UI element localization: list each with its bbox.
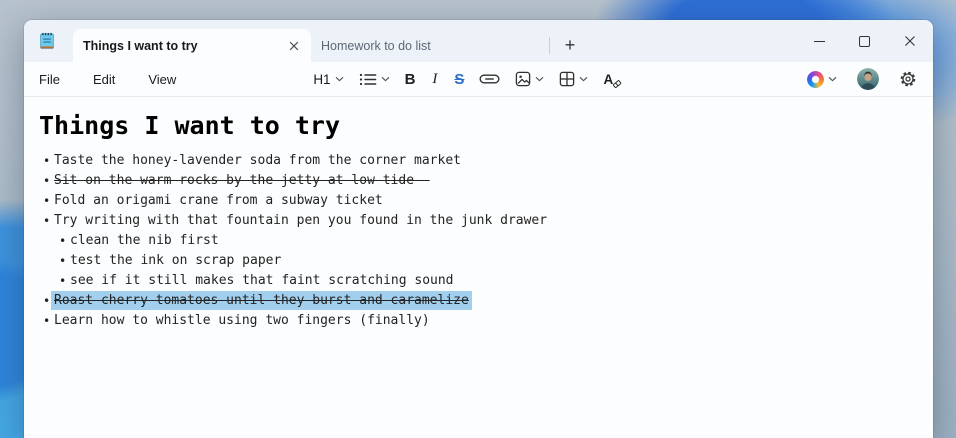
strikethrough-icon: S [454, 70, 465, 88]
tab-label: Homework to do list [321, 38, 431, 53]
chevron-down-icon [335, 76, 343, 82]
list-item-text: Fold an origami crane from a subway tick… [54, 193, 383, 208]
list-item: • Learn how to whistle using two fingers … [39, 311, 913, 331]
list-item: • Try writing with that fountain pen you … [39, 211, 913, 231]
bullet-marker: • [59, 254, 67, 268]
chevron-down-icon [828, 76, 837, 82]
settings-gear-icon [900, 71, 916, 87]
bullet-marker: • [59, 274, 67, 288]
toolbar-right-group [807, 68, 917, 90]
bullet-marker: • [43, 194, 51, 208]
heading-level-label: H1 [313, 71, 331, 87]
tab-label: Things I want to try [83, 38, 198, 53]
minimize-icon [814, 40, 825, 42]
menu-edit[interactable]: Edit [93, 72, 115, 87]
menu-file[interactable]: File [39, 72, 60, 87]
clear-formatting-button[interactable]: A [603, 72, 622, 88]
profile-avatar[interactable] [857, 68, 879, 90]
settings-button[interactable] [899, 70, 917, 88]
list-item-text: Try writing with that fountain pen you f… [54, 213, 548, 228]
bullet-marker: • [43, 294, 51, 308]
list-item-text: test the ink on scrap paper [70, 253, 282, 268]
bullet-marker: • [43, 154, 51, 168]
new-tab-button[interactable]: + [555, 29, 585, 62]
link-button[interactable] [479, 72, 500, 86]
list-item: • Fold an origami crane from a subway tic… [39, 191, 913, 211]
bullet-list: • Taste the honey-lavender soda from the … [39, 151, 913, 331]
tab-things-i-want-to-try[interactable]: Things I want to try [73, 29, 311, 62]
list-item-text: clean the nib first [70, 233, 219, 248]
table-icon [560, 71, 575, 87]
editor-area[interactable]: Things I want to try • Taste the honey-la… [24, 97, 933, 331]
bullet-marker: • [59, 234, 67, 248]
chevron-down-icon [536, 76, 544, 82]
format-group: H1 B I S A [313, 71, 622, 88]
bullet-marker: • [43, 214, 51, 228]
bold-icon: B [404, 70, 416, 88]
close-button[interactable] [887, 21, 932, 61]
list-item-text: see if it still makes that faint scratch… [70, 273, 454, 288]
copilot-icon [807, 70, 824, 88]
list-item-text: Taste the honey-lavender soda from the c… [54, 153, 461, 168]
link-icon [479, 74, 500, 84]
list-item: • test the ink on scrap paper [39, 251, 913, 271]
close-icon [904, 36, 915, 46]
maximize-icon [859, 35, 870, 47]
notepad-icon [37, 31, 57, 51]
image-icon [516, 71, 531, 87]
bullet-marker: • [43, 314, 51, 328]
list-item: • Taste the honey-lavender soda from the … [39, 151, 913, 171]
menu-view[interactable]: View [148, 72, 176, 87]
chevron-down-icon [381, 76, 389, 82]
desktop: { "colors": { "selection_highlight": "#a… [0, 0, 956, 438]
tab-homework-to-do-list[interactable]: Homework to do list [311, 29, 549, 62]
window-controls [797, 21, 932, 61]
bold-button[interactable]: B [405, 71, 416, 88]
minimize-button[interactable] [797, 21, 842, 61]
strikethrough-button[interactable]: S [454, 71, 464, 88]
bullet-list-icon [359, 73, 376, 85]
list-item: • Sit on the warm rocks by the jetty at l… [39, 171, 913, 191]
list-style-button[interactable] [359, 72, 390, 87]
toolbar: File Edit View H1 B I S A [24, 62, 933, 97]
notepad-window: Things I want to try Homework to do list… [24, 20, 933, 438]
copilot-button[interactable] [807, 70, 837, 88]
title-bar[interactable]: Things I want to try Homework to do list… [24, 20, 933, 62]
clear-formatting-icon: A [603, 72, 622, 88]
list-item: • Roast cherry tomatoes until they burst … [39, 291, 913, 311]
selected-text: Roast cherry tomatoes until they burst a… [51, 291, 472, 310]
list-item-text: Learn how to whistle using two fingers (… [54, 313, 430, 328]
italic-icon: I [432, 70, 438, 87]
list-item: • see if it still makes that faint scratc… [39, 271, 913, 291]
list-item: • clean the nib first [39, 231, 913, 251]
tab-divider [549, 37, 550, 54]
italic-button[interactable]: I [430, 71, 439, 88]
tab-strip: Things I want to try Homework to do list… [73, 29, 585, 62]
heading-style-button[interactable]: H1 [313, 72, 343, 87]
insert-table-button[interactable] [559, 71, 588, 87]
bullet-marker: • [43, 174, 51, 188]
close-icon [289, 41, 299, 50]
tab-close-button[interactable] [283, 35, 305, 57]
document-title: Things I want to try [39, 111, 341, 140]
chevron-down-icon [580, 76, 588, 82]
list-item-text: Sit on the warm rocks by the jetty at lo… [54, 173, 415, 188]
maximize-button[interactable] [842, 21, 887, 61]
insert-image-button[interactable] [515, 71, 544, 87]
